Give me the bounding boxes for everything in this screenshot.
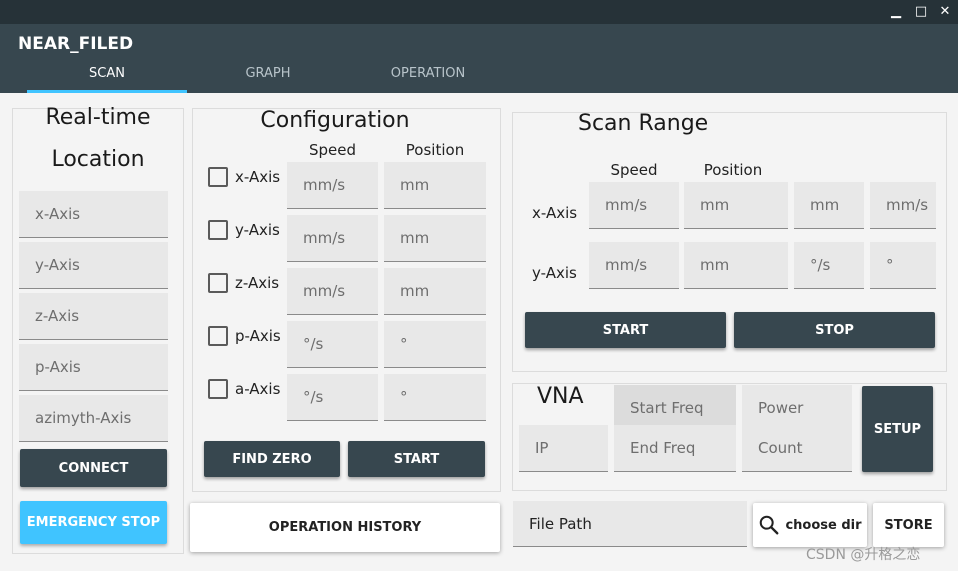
scan-y-position-field[interactable]: mm — [684, 242, 788, 289]
z-axis-field[interactable]: z-Axis — [19, 293, 168, 340]
close-icon[interactable]: ✕ — [935, 2, 955, 22]
file-path-field[interactable]: File Path — [513, 501, 747, 547]
vna-end-freq-field[interactable]: End Freq — [614, 425, 736, 472]
tab-graph[interactable]: GRAPH — [188, 66, 348, 90]
config-position-header: Position — [405, 141, 465, 159]
vna-title: VNA — [537, 384, 584, 409]
p-axis-checkbox[interactable] — [208, 326, 228, 346]
scan-x-axis-label: x-Axis — [532, 204, 578, 222]
scan-y-field-3[interactable]: °/s — [794, 242, 864, 289]
scan-stop-button[interactable]: STOP — [734, 312, 935, 348]
configuration-title: Configuration — [260, 108, 410, 133]
connect-button[interactable]: CONNECT — [20, 449, 167, 487]
config-a-speed-field[interactable]: °/s — [287, 374, 378, 421]
p-axis-field[interactable]: p-Axis — [19, 344, 168, 391]
vna-ip-field[interactable]: IP — [519, 425, 608, 472]
search-icon — [760, 515, 779, 535]
maximize-icon[interactable]: □ — [911, 2, 931, 22]
scan-x-speed-field[interactable]: mm/s — [589, 182, 679, 229]
vna-count-field[interactable]: Count — [742, 425, 852, 472]
config-y-axis-label: y-Axis — [235, 221, 280, 239]
config-z-axis-label: z-Axis — [235, 274, 280, 292]
scan-x-position-field[interactable]: mm — [684, 182, 788, 229]
scan-position-header: Position — [703, 161, 763, 179]
scan-start-button[interactable]: START — [525, 312, 726, 348]
scan-y-axis-label: y-Axis — [532, 264, 577, 282]
scan-y-field-4[interactable]: ° — [870, 242, 936, 289]
config-y-speed-field[interactable]: mm/s — [287, 215, 378, 262]
vna-setup-button[interactable]: SETUP — [862, 386, 933, 472]
store-button[interactable]: STORE — [873, 503, 944, 547]
a-axis-checkbox[interactable] — [208, 379, 228, 399]
window-titlebar — [0, 0, 958, 24]
scan-range-title: Scan Range — [578, 111, 709, 136]
scan-y-speed-field[interactable]: mm/s — [589, 242, 679, 289]
config-x-position-field[interactable]: mm — [384, 162, 486, 209]
x-axis-field[interactable]: x-Axis — [19, 191, 168, 238]
config-p-axis-label: p-Axis — [235, 327, 281, 345]
config-z-speed-field[interactable]: mm/s — [287, 268, 378, 315]
config-p-speed-field[interactable]: °/s — [287, 321, 378, 368]
tab-operation[interactable]: OPERATION — [348, 66, 508, 90]
x-axis-checkbox[interactable] — [208, 167, 228, 187]
choose-dir-button[interactable]: choose dir — [753, 503, 867, 547]
config-p-position-field[interactable]: ° — [384, 321, 486, 368]
config-x-axis-label: x-Axis — [235, 168, 281, 186]
find-zero-button[interactable]: FIND ZERO — [204, 441, 340, 477]
z-axis-checkbox[interactable] — [208, 273, 228, 293]
config-x-speed-field[interactable]: mm/s — [287, 162, 378, 209]
choose-dir-label: choose dir — [785, 517, 862, 533]
watermark: CSDN @升格之恋 — [806, 547, 921, 563]
config-a-position-field[interactable]: ° — [384, 374, 486, 421]
config-y-position-field[interactable]: mm — [384, 215, 486, 262]
app-title: NEAR_FILED — [18, 34, 134, 54]
y-axis-field[interactable]: y-Axis — [19, 242, 168, 289]
realtime-title-line2: Location — [51, 147, 145, 172]
scan-speed-header: Speed — [610, 161, 658, 179]
azimuth-axis-field[interactable]: azimyth-Axis — [19, 395, 168, 442]
emergency-stop-button[interactable]: EMERGENCY STOP — [20, 501, 167, 544]
y-axis-checkbox[interactable] — [208, 220, 228, 240]
realtime-title-line1: Real-time — [45, 105, 151, 130]
config-speed-header: Speed — [308, 141, 357, 159]
scan-x-field-3[interactable]: mm — [794, 182, 864, 229]
scan-x-field-4[interactable]: mm/s — [870, 182, 936, 229]
config-z-position-field[interactable]: mm — [384, 268, 486, 315]
config-start-button[interactable]: START — [348, 441, 485, 477]
tab-scan[interactable]: SCAN — [27, 66, 187, 90]
minimize-icon[interactable]: ▁ — [886, 2, 906, 22]
config-a-axis-label: a-Axis — [235, 380, 281, 398]
operation-history-button[interactable]: OPERATION HISTORY — [190, 503, 500, 552]
